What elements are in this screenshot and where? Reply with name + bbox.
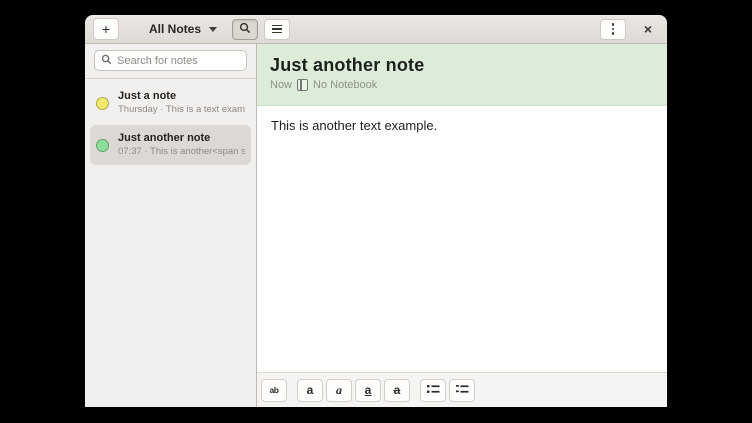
note-body-editor[interactable]: This is another text example. (257, 106, 667, 372)
italic-icon: a (336, 384, 342, 396)
note-menu-button[interactable] (600, 19, 626, 40)
note-title: Just another note (270, 55, 655, 76)
list-item-just-another-note[interactable]: Just another note 07:37 · This is anothe… (90, 125, 251, 165)
strikethrough-button[interactable]: a (384, 379, 410, 402)
italic-button[interactable]: a (326, 379, 352, 402)
note-editor: Just another note Now No Notebook This i… (257, 44, 667, 407)
search-entry[interactable] (94, 50, 247, 71)
notes-filter-dropdown[interactable]: All Notes (149, 18, 217, 40)
note-color-dot-green (96, 139, 109, 152)
notes-app-window: + All Notes (85, 15, 667, 407)
note-header: Just another note Now No Notebook (257, 44, 667, 106)
note-item-meta: Thursday · This is a text example. (118, 104, 245, 116)
note-list: Just a note Thursday · This is a text ex… (85, 79, 256, 169)
notebook-label[interactable]: No Notebook (313, 79, 377, 91)
notebook-icon (297, 79, 308, 91)
desktop-background: + All Notes (0, 0, 752, 423)
format-group-misc: ab (261, 379, 287, 402)
bold-button[interactable]: a (297, 379, 323, 402)
primary-menu-button[interactable] (264, 19, 290, 40)
note-item-meta: 07:37 · This is another<span style… (118, 146, 245, 158)
window-content: Just a note Thursday · This is a text ex… (85, 44, 667, 407)
plus-icon: + (102, 22, 110, 36)
search-icon (239, 22, 251, 37)
underline-icon: a (365, 384, 372, 396)
format-toolbar: ab a a a a (257, 372, 667, 407)
hamburger-icon (272, 23, 282, 36)
filter-label: All Notes (149, 22, 201, 36)
list-item-just-a-note[interactable]: Just a note Thursday · This is a text ex… (90, 83, 251, 123)
search-icon (101, 52, 112, 70)
notes-sidebar: Just a note Thursday · This is a text ex… (85, 44, 257, 407)
note-item-title: Just another note (118, 132, 245, 146)
note-item-title: Just a note (118, 90, 245, 104)
kebab-menu-icon (612, 23, 615, 35)
note-color-dot-yellow (96, 97, 109, 110)
note-timestamp: Now (270, 79, 292, 91)
note-body-text: This is another text example. (271, 118, 437, 133)
strikethrough-icon: a (394, 384, 401, 396)
bold-icon: a (307, 384, 314, 396)
format-group-styles: a a a a (297, 379, 410, 402)
note-text: Just another note 07:37 · This is anothe… (118, 132, 245, 158)
search-row (85, 44, 256, 79)
new-note-button[interactable]: + (93, 18, 119, 40)
bullet-list-icon (427, 383, 440, 398)
search-input[interactable] (117, 55, 240, 67)
window-close-button[interactable]: × (639, 20, 657, 38)
format-group-lists (420, 379, 475, 402)
close-icon: × (644, 21, 652, 37)
ordered-list-button[interactable] (449, 379, 475, 402)
header-bar: + All Notes (85, 15, 667, 44)
note-text: Just a note Thursday · This is a text ex… (118, 90, 245, 116)
ordered-list-icon (456, 383, 469, 398)
bullet-list-button[interactable] (420, 379, 446, 402)
chevron-down-icon (209, 27, 217, 32)
underline-button[interactable]: a (355, 379, 381, 402)
text-format-button[interactable]: ab (261, 379, 287, 402)
note-meta-row: Now No Notebook (270, 79, 655, 91)
ab-text-icon: ab (270, 385, 279, 395)
search-toggle-button[interactable] (232, 19, 258, 40)
